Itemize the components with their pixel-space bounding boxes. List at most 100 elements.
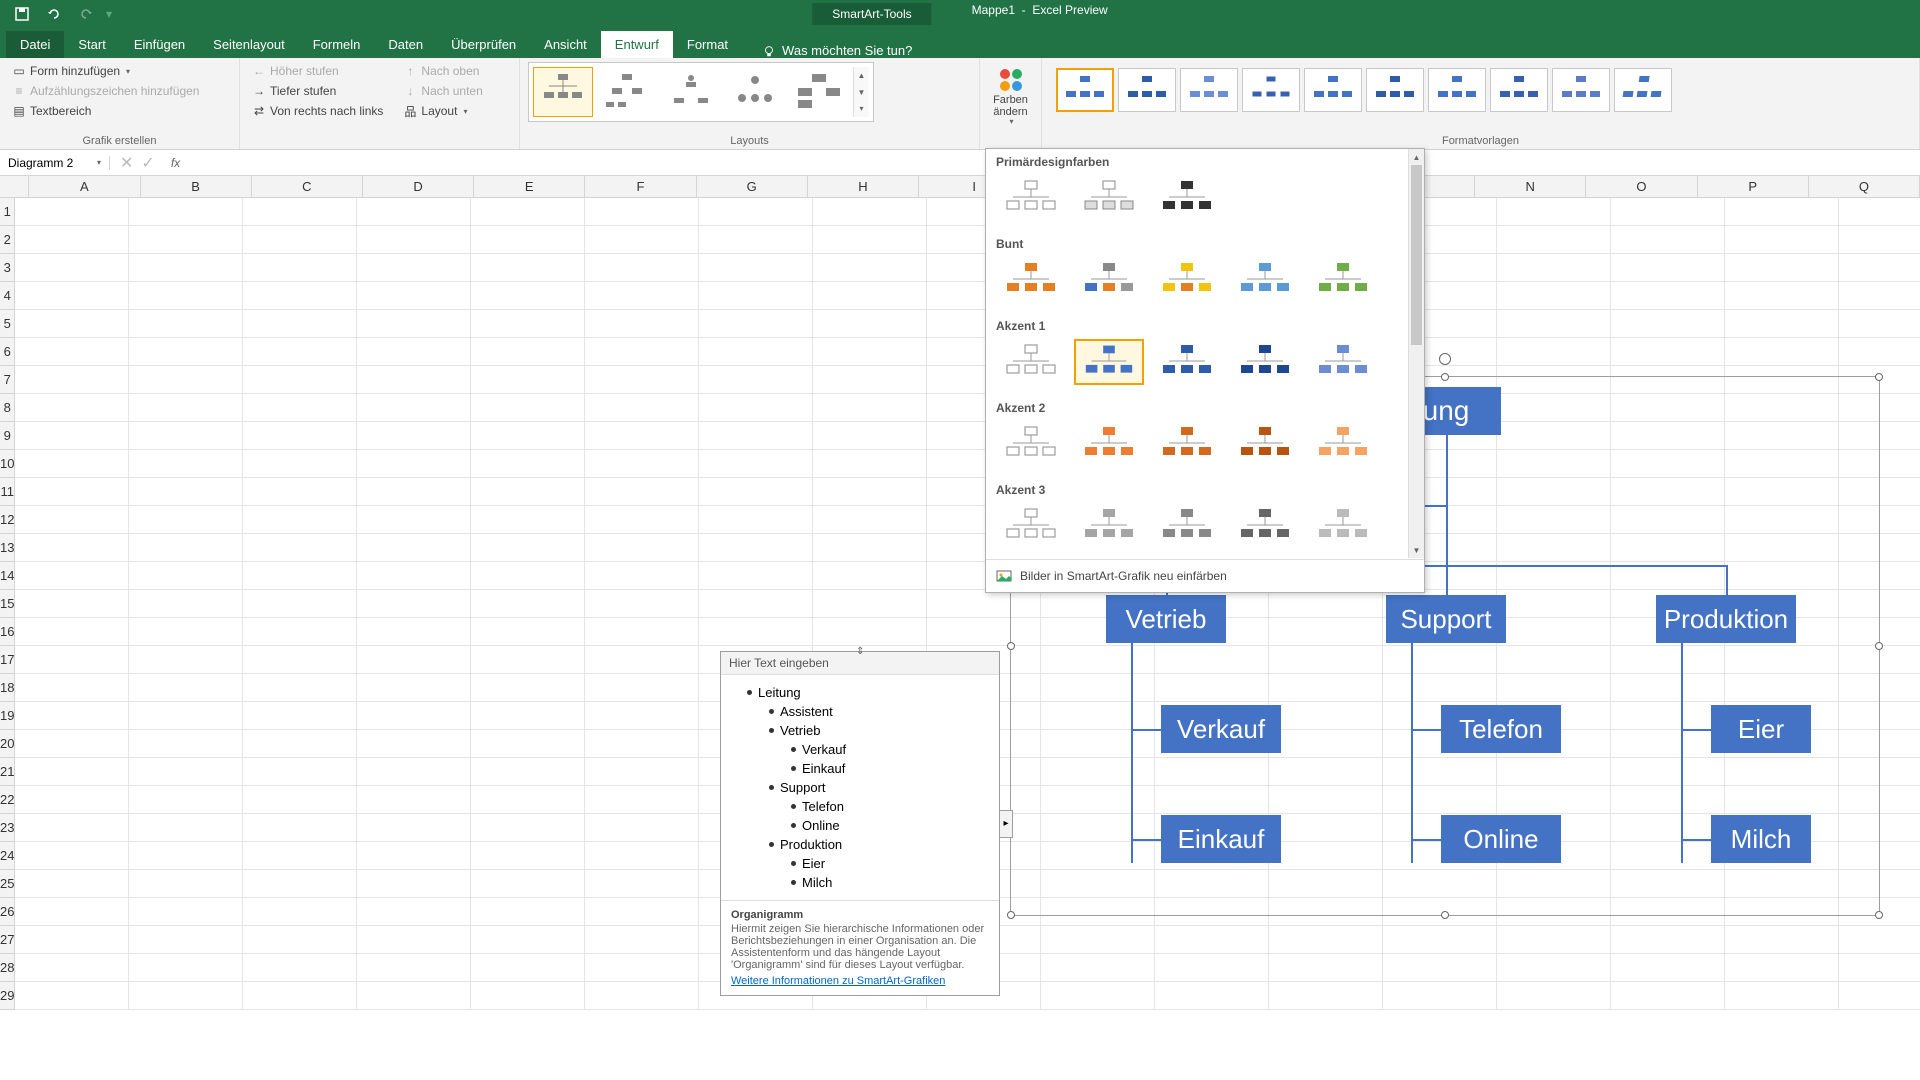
row-header[interactable]: 28 bbox=[0, 954, 15, 982]
recolor-pictures-button[interactable]: Bilder in SmartArt-Grafik neu einfärben bbox=[986, 559, 1424, 592]
text-pane-item[interactable]: Online bbox=[733, 816, 987, 835]
text-pane-item[interactable]: Milch bbox=[733, 873, 987, 892]
tab-entwurf[interactable]: Entwurf bbox=[601, 31, 673, 58]
row-header[interactable]: 14 bbox=[0, 562, 15, 590]
color-option[interactable] bbox=[996, 175, 1066, 221]
tiefer-button[interactable]: →Tiefer stufen bbox=[248, 82, 387, 100]
tab-seitenlayout[interactable]: Seitenlayout bbox=[199, 31, 299, 58]
color-option[interactable] bbox=[1308, 257, 1378, 303]
color-option[interactable] bbox=[996, 503, 1066, 549]
org-node-einkauf[interactable]: Einkauf bbox=[1161, 815, 1281, 863]
text-pane-item[interactable]: Einkauf bbox=[733, 759, 987, 778]
nach-oben-button[interactable]: ↑Nach oben bbox=[399, 62, 486, 80]
color-option[interactable] bbox=[1152, 421, 1222, 467]
style-option[interactable] bbox=[1614, 68, 1672, 112]
style-option[interactable] bbox=[1056, 68, 1114, 112]
row-header[interactable]: 2 bbox=[0, 226, 15, 254]
resize-handle-icon[interactable]: ⇕ bbox=[856, 646, 864, 657]
row-header[interactable]: 4 bbox=[0, 282, 15, 310]
resize-handle[interactable] bbox=[1007, 642, 1015, 650]
tab-start[interactable]: Start bbox=[64, 31, 119, 58]
style-option[interactable] bbox=[1552, 68, 1610, 112]
style-option[interactable] bbox=[1180, 68, 1238, 112]
column-header[interactable]: N bbox=[1475, 176, 1586, 197]
layout-option[interactable] bbox=[661, 67, 721, 117]
undo-icon[interactable] bbox=[42, 2, 66, 26]
color-option[interactable] bbox=[1308, 503, 1378, 549]
redo-icon[interactable] bbox=[74, 2, 98, 26]
tell-me[interactable]: Was möchten Sie tun? bbox=[762, 43, 912, 58]
column-header[interactable]: G bbox=[697, 176, 808, 197]
tab-einfuegen[interactable]: Einfügen bbox=[120, 31, 199, 58]
org-node-vertrieb[interactable]: Vetrieb bbox=[1106, 595, 1226, 643]
color-option[interactable] bbox=[996, 257, 1066, 303]
column-header[interactable]: D bbox=[363, 176, 474, 197]
row-header[interactable]: 6 bbox=[0, 338, 15, 366]
row-header[interactable]: 26 bbox=[0, 898, 15, 926]
aufzaehlung-button[interactable]: ≡Aufzählungszeichen hinzufügen bbox=[8, 82, 203, 100]
text-pane-item[interactable]: Telefon bbox=[733, 797, 987, 816]
form-hinzufuegen-button[interactable]: ▭Form hinzufügen▾ bbox=[8, 62, 203, 80]
color-option[interactable] bbox=[996, 421, 1066, 467]
cancel-formula-icon[interactable]: ✕ bbox=[120, 153, 133, 173]
org-node-verkauf[interactable]: Verkauf bbox=[1161, 705, 1281, 753]
row-header[interactable]: 25 bbox=[0, 870, 15, 898]
smartart-info-link[interactable]: Weitere Informationen zu SmartArt-Grafik… bbox=[731, 975, 945, 987]
nach-unten-button[interactable]: ↓Nach unten bbox=[399, 82, 486, 100]
color-dropdown-scrollbar[interactable]: ▲ ▼ bbox=[1408, 149, 1424, 558]
tab-format[interactable]: Format bbox=[673, 31, 742, 58]
column-header[interactable]: H bbox=[808, 176, 919, 197]
color-option[interactable] bbox=[1074, 421, 1144, 467]
row-header[interactable]: 16 bbox=[0, 618, 15, 646]
style-option[interactable] bbox=[1242, 68, 1300, 112]
column-header[interactable]: F bbox=[585, 176, 696, 197]
layout-option[interactable] bbox=[725, 67, 785, 117]
text-pane-body[interactable]: LeitungAssistentVetriebVerkaufEinkaufSup… bbox=[721, 675, 999, 900]
org-node-support[interactable]: Support bbox=[1386, 595, 1506, 643]
color-option[interactable] bbox=[1152, 503, 1222, 549]
row-header[interactable]: 24 bbox=[0, 842, 15, 870]
text-pane-item[interactable]: Support bbox=[733, 778, 987, 797]
style-option[interactable] bbox=[1428, 68, 1486, 112]
style-option[interactable] bbox=[1366, 68, 1424, 112]
layout-button[interactable]: 品Layout▾ bbox=[399, 102, 486, 120]
color-option[interactable] bbox=[1074, 339, 1144, 385]
tab-ueberpruefen[interactable]: Überprüfen bbox=[437, 31, 530, 58]
layout-option[interactable] bbox=[597, 67, 657, 117]
resize-handle[interactable] bbox=[1441, 373, 1449, 381]
accept-formula-icon[interactable]: ✓ bbox=[141, 153, 154, 173]
color-option[interactable] bbox=[1074, 257, 1144, 303]
text-pane-item[interactable]: Eier bbox=[733, 854, 987, 873]
row-header[interactable]: 5 bbox=[0, 310, 15, 338]
rotate-handle[interactable] bbox=[1439, 353, 1451, 365]
row-header[interactable]: 21 bbox=[0, 758, 15, 786]
tab-ansicht[interactable]: Ansicht bbox=[530, 31, 601, 58]
layout-option[interactable] bbox=[533, 67, 593, 117]
qat-dropdown-icon[interactable]: ▾ bbox=[106, 7, 112, 21]
color-option[interactable] bbox=[1230, 257, 1300, 303]
text-pane-toggle[interactable]: ▸ bbox=[999, 810, 1013, 838]
color-option[interactable] bbox=[1074, 503, 1144, 549]
column-header[interactable]: B bbox=[141, 176, 252, 197]
row-header[interactable]: 10 bbox=[0, 450, 15, 478]
text-pane-item[interactable]: Produktion bbox=[733, 835, 987, 854]
row-header[interactable]: 29 bbox=[0, 982, 15, 1010]
color-option[interactable] bbox=[1230, 421, 1300, 467]
row-header[interactable]: 23 bbox=[0, 814, 15, 842]
row-header[interactable]: 8 bbox=[0, 394, 15, 422]
org-node-milch[interactable]: Milch bbox=[1711, 815, 1811, 863]
row-header[interactable]: 9 bbox=[0, 422, 15, 450]
textbereich-button[interactable]: ▤Textbereich bbox=[8, 102, 203, 120]
tab-formeln[interactable]: Formeln bbox=[299, 31, 375, 58]
resize-handle[interactable] bbox=[1875, 642, 1883, 650]
column-header[interactable]: P bbox=[1698, 176, 1809, 197]
column-header[interactable]: E bbox=[474, 176, 585, 197]
column-header[interactable]: O bbox=[1586, 176, 1697, 197]
rtl-button[interactable]: ⇄Von rechts nach links bbox=[248, 102, 387, 120]
text-pane-item[interactable]: Verkauf bbox=[733, 740, 987, 759]
style-option[interactable] bbox=[1490, 68, 1548, 112]
text-pane-item[interactable]: Assistent bbox=[733, 702, 987, 721]
color-option[interactable] bbox=[1074, 175, 1144, 221]
select-all-corner[interactable] bbox=[0, 176, 29, 197]
org-node-online[interactable]: Online bbox=[1441, 815, 1561, 863]
